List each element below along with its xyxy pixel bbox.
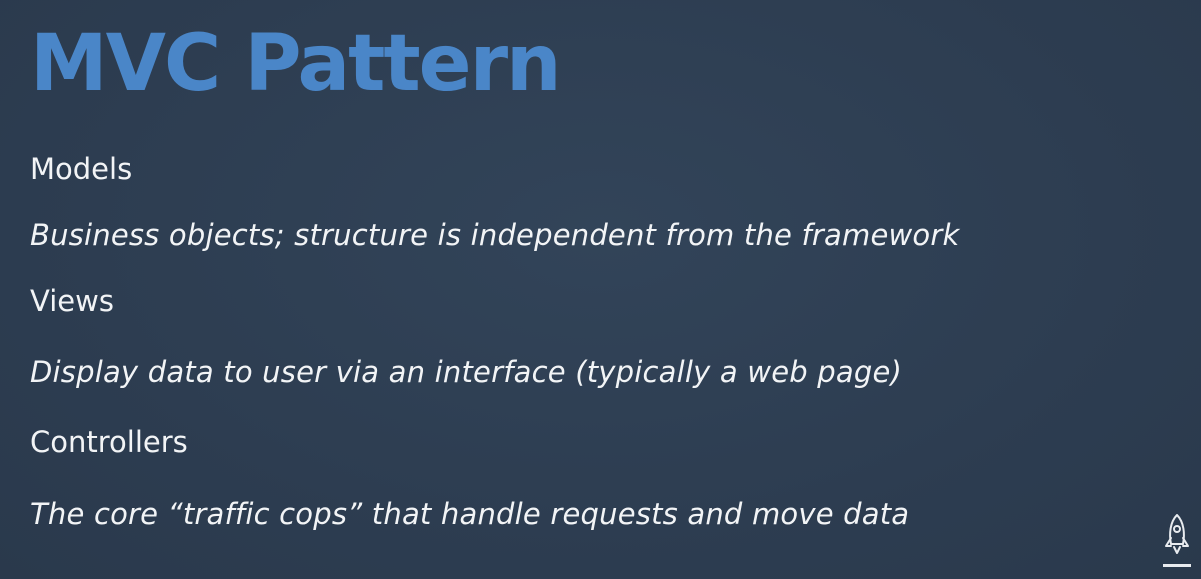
rocket-icon (1162, 512, 1192, 570)
item-heading-models: Models (30, 152, 133, 186)
slide-title: MVC Pattern (30, 19, 562, 109)
item-heading-controllers: Controllers (30, 425, 188, 459)
item-heading-views: Views (30, 284, 114, 318)
item-description-views: Display data to user via an interface (t… (30, 355, 903, 389)
item-description-models: Business objects; structure is independe… (30, 218, 960, 252)
slide: MVC Pattern Models Business objects; str… (0, 0, 1201, 579)
item-description-controllers: The core “traffic cops” that handle requ… (30, 497, 910, 531)
